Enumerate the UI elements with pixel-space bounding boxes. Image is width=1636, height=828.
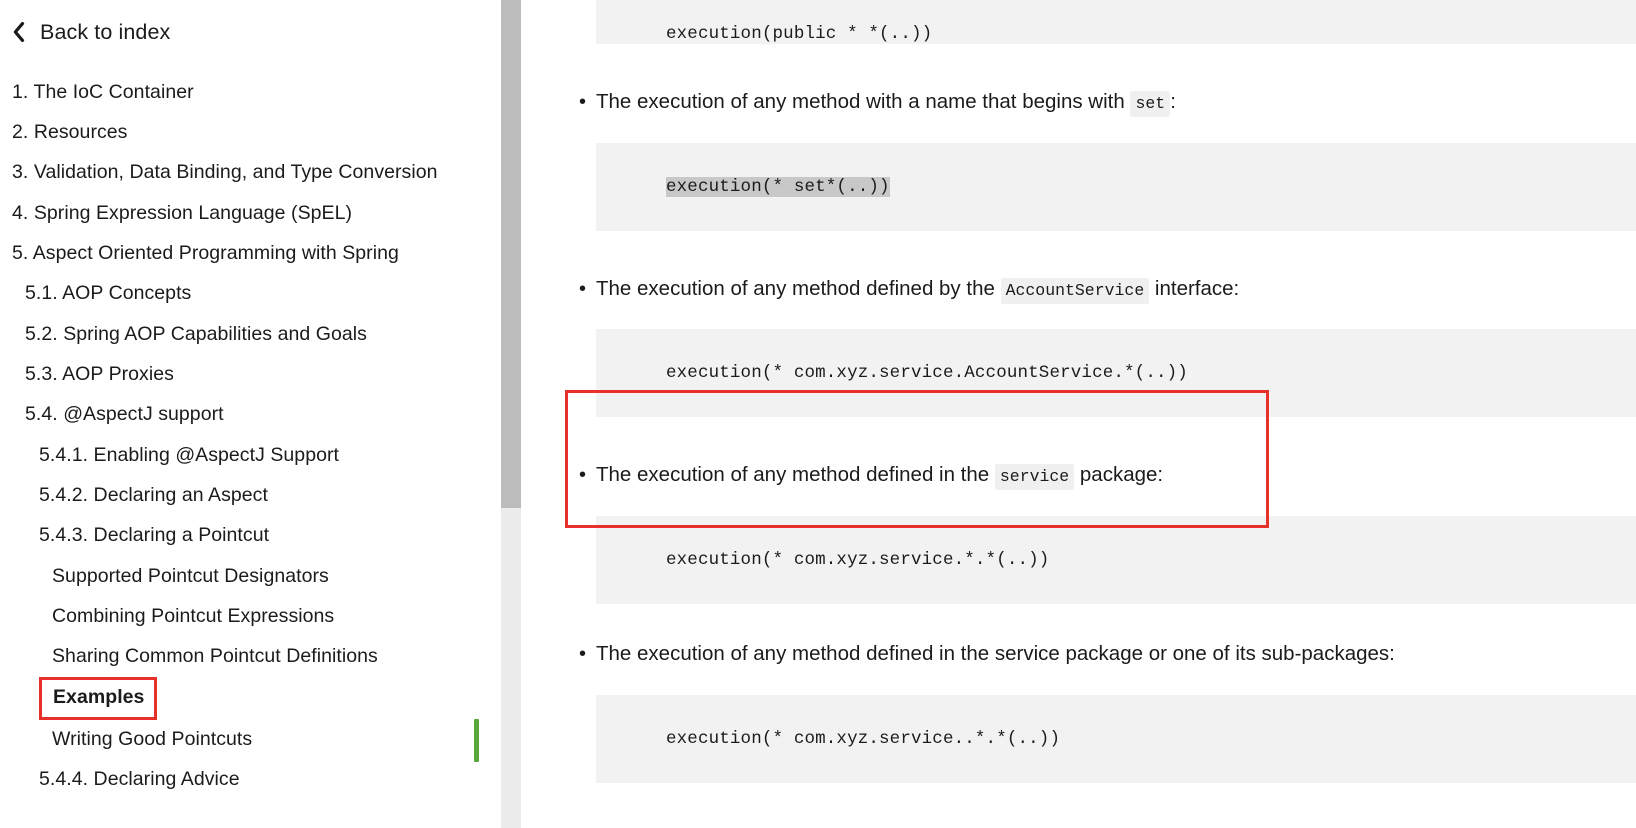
sidebar-item-sharing-common-pointcut-definitions[interactable]: Sharing Common Pointcut Definitions <box>12 637 482 677</box>
code-line: execution(public * *(..)) <box>666 24 933 44</box>
code-line: execution(* com.xyz.service..*.*(..)) <box>666 728 1061 749</box>
code-line: execution(* com.xyz.service.AccountServi… <box>666 363 1188 384</box>
sidebar-item-spring-expression-language[interactable]: 4. Spring Expression Language (SpEL) <box>12 193 482 233</box>
list-item-text: The execution of any method defined by t… <box>596 275 1636 304</box>
sidebar-scrollbar-thumb[interactable] <box>501 0 521 508</box>
list-item: • The execution of any method with a nam… <box>521 88 1636 117</box>
code-block-public-execution: execution(public * *(..)) <box>596 0 1636 44</box>
sidebar-item-enabling-aspectj-support[interactable]: 5.4.1. Enabling @AspectJ Support <box>12 435 482 475</box>
bullet-glyph: • <box>579 91 587 113</box>
inline-code-accountservice: AccountService <box>1000 277 1150 304</box>
list-item-text-pre: The execution of any method with a name … <box>596 90 1125 113</box>
sidebar-item-aspect-oriented-programming[interactable]: 5. Aspect Oriented Programming with Spri… <box>12 233 482 273</box>
selected-code-text: execution(* set*(..)) <box>666 176 890 197</box>
list-item-text-post: interface: <box>1154 276 1240 300</box>
sidebar-item-spring-aop-capabilities[interactable]: 5.2. Spring AOP Capabilities and Goals <box>12 314 482 354</box>
code-line: execution(* com.xyz.service.*.*(..)) <box>666 550 1050 571</box>
content-inner: execution(public * *(..)) • The executio… <box>521 0 1636 828</box>
code-block-service-package-execution: execution(* com.xyz.service.*.*(..)) <box>596 516 1636 605</box>
list-item: • The execution of any method defined in… <box>521 640 1636 669</box>
sidebar-item-resources[interactable]: 2. Resources <box>12 112 482 152</box>
documentation-viewer: Back to index 1. The IoC Container 2. Re… <box>0 0 1636 828</box>
list-item-text: The execution of any method with a name … <box>596 88 1636 117</box>
code-block-subpackages-execution: execution(* com.xyz.service..*.*(..)) <box>596 694 1636 783</box>
list-item-text: The execution of any method defined in t… <box>596 461 1636 491</box>
back-to-index-link[interactable]: Back to index <box>0 0 500 48</box>
inline-code-set: set <box>1130 91 1171 117</box>
list-item: • The execution of any method defined by… <box>521 275 1636 304</box>
reading-position-marker <box>474 719 479 762</box>
sidebar-item-declaring-a-pointcut[interactable]: 5.4.3. Declaring a Pointcut <box>12 516 482 556</box>
list-item-text-post: package: <box>1079 463 1164 487</box>
list-item-text-post: : <box>1170 90 1176 113</box>
bullet-glyph: • <box>579 643 587 666</box>
sidebar-item-the-ioc-container[interactable]: 1. The IoC Container <box>12 72 482 112</box>
sidebar-item-writing-good-pointcuts[interactable]: Writing Good Pointcuts <box>12 720 482 760</box>
code-line: execution(* set*(..)) <box>666 176 890 197</box>
list-item-text-pre: The execution of any method defined by t… <box>596 276 995 300</box>
code-block-accountservice-execution: execution(* com.xyz.service.AccountServi… <box>596 329 1636 418</box>
bullet-glyph: • <box>579 277 587 300</box>
sidebar-item-aop-proxies[interactable]: 5.3. AOP Proxies <box>12 354 482 394</box>
sidebar-item-validation-data-binding[interactable]: 3. Validation, Data Binding, and Type Co… <box>12 153 482 193</box>
inline-code-service: service <box>994 464 1075 491</box>
sidebar-item-declaring-advice[interactable]: 5.4.4. Declaring Advice <box>12 760 482 800</box>
sidebar-toc-panel: Back to index 1. The IoC Container 2. Re… <box>0 0 500 828</box>
list-item-text: The execution of any method defined in t… <box>596 642 1395 666</box>
list-item-text-pre: The execution of any method defined in t… <box>596 463 990 487</box>
bullet-glyph: • <box>579 464 587 487</box>
list-item: • The execution of any method defined in… <box>521 461 1636 491</box>
sidebar-item-aspectj-support[interactable]: 5.4. @AspectJ support <box>12 395 482 435</box>
main-content-area: execution(public * *(..)) • The executio… <box>521 0 1636 828</box>
sidebar-item-aop-concepts[interactable]: 5.1. AOP Concepts <box>12 274 482 314</box>
sidebar-item-examples[interactable]: Examples <box>39 677 158 720</box>
code-block-set-execution: execution(* set*(..)) <box>596 142 1636 231</box>
sidebar-item-declaring-an-aspect[interactable]: 5.4.2. Declaring an Aspect <box>12 475 482 515</box>
back-to-index-label: Back to index <box>40 19 171 44</box>
toc-list: 1. The IoC Container 2. Resources 3. Val… <box>0 72 500 800</box>
chevron-left-icon <box>10 21 26 43</box>
sidebar-item-supported-pointcut-designators[interactable]: Supported Pointcut Designators <box>12 556 482 596</box>
sidebar-item-combining-pointcut-expressions[interactable]: Combining Pointcut Expressions <box>12 596 482 636</box>
